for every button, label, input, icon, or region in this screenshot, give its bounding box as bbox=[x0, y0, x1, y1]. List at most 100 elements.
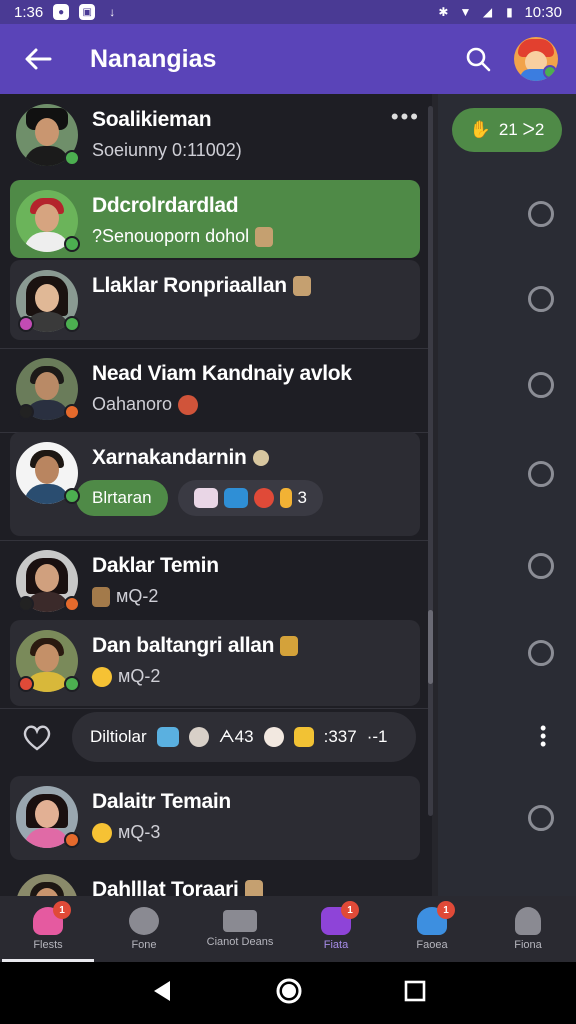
home-circle-icon[interactable] bbox=[275, 977, 303, 1010]
lightbulb-emoji-icon bbox=[252, 450, 269, 466]
summary-code-3: ·-1 bbox=[366, 727, 388, 746]
unread-count-pill[interactable]: ✋ 21 ᐳ2 bbox=[452, 108, 562, 152]
chat-preview: ᴍQ-2 bbox=[118, 666, 161, 686]
scrollbar-track[interactable] bbox=[428, 106, 433, 816]
tab-badge: 1 bbox=[53, 901, 71, 919]
bottom-nav: 1 Flests Fone Cianot Deans 1 Fiata 1 Fao… bbox=[0, 896, 576, 962]
chat-bubble-icon bbox=[223, 910, 257, 932]
chat-name: Dahlllat Toraari bbox=[92, 878, 239, 896]
online-badge bbox=[64, 236, 80, 252]
person-emoji-icon bbox=[244, 880, 263, 896]
online-badge bbox=[64, 676, 80, 692]
status-badge bbox=[64, 404, 80, 420]
more-vert-icon[interactable]: • • • bbox=[540, 719, 546, 753]
online-badge bbox=[64, 150, 80, 166]
chat-row[interactable]: Soalikieman Soeiunny 0:11002) ••• bbox=[0, 94, 432, 180]
tab-badge: 1 bbox=[437, 901, 455, 919]
search-icon[interactable] bbox=[458, 39, 498, 79]
online-badge bbox=[64, 488, 80, 504]
circle-record-icon: ● bbox=[53, 4, 70, 20]
smile-emoji-icon bbox=[92, 666, 112, 687]
select-radio[interactable] bbox=[528, 805, 554, 831]
download-icon: ↓ bbox=[109, 5, 116, 19]
select-radio[interactable] bbox=[528, 286, 554, 312]
star-emoji-icon bbox=[293, 727, 314, 747]
profile-avatar[interactable] bbox=[514, 37, 558, 81]
person-emoji-icon bbox=[280, 636, 299, 656]
tab-cianot-deans[interactable]: Cianot Deans bbox=[192, 896, 288, 962]
status-time-left: 1:36 bbox=[14, 3, 44, 21]
avatar bbox=[16, 104, 80, 166]
hand-emoji-icon bbox=[279, 488, 292, 508]
tab-flests[interactable]: 1 Flests bbox=[0, 896, 96, 962]
reaction-badge bbox=[18, 596, 34, 612]
chat-preview: Oahanoro bbox=[92, 394, 173, 414]
chat-name: Soalikieman bbox=[92, 108, 212, 131]
signal-icon: ◢ bbox=[482, 5, 493, 19]
face-emoji-icon bbox=[178, 394, 199, 415]
bluetooth-icon: ✱ bbox=[438, 5, 449, 19]
tab-label: Fone bbox=[131, 939, 157, 951]
side-panel bbox=[438, 94, 576, 896]
avatar bbox=[16, 874, 78, 896]
angry-emoji-icon bbox=[253, 488, 274, 508]
app-box-icon: ▣ bbox=[79, 4, 96, 20]
tag-pill[interactable]: Blrtaran bbox=[76, 480, 168, 516]
tab-fiata[interactable]: 1 Fiata bbox=[288, 896, 384, 962]
reaction-count: 3 bbox=[297, 488, 307, 507]
battery-icon: ▮ bbox=[506, 5, 513, 19]
tab-label: Fiona bbox=[514, 939, 542, 951]
summary-pill[interactable]: Diltiolar ᗅ43 :337 ·-1 bbox=[72, 712, 416, 762]
chat-row[interactable]: Llaklar Ronpriaallan bbox=[0, 260, 432, 344]
select-radio[interactable] bbox=[528, 201, 554, 227]
chat-preview: ?Senouoporn dohol bbox=[92, 226, 250, 246]
select-radio[interactable] bbox=[528, 372, 554, 398]
hand-icon: ✋ bbox=[469, 120, 491, 139]
avatar bbox=[16, 550, 80, 612]
select-radio[interactable] bbox=[528, 640, 554, 666]
chat-name: Xarnakandarnin bbox=[92, 446, 247, 469]
reaction-badge bbox=[18, 404, 34, 420]
chat-row[interactable]: Daklar Temin ᴍQ-2 bbox=[0, 540, 432, 624]
more-options-icon[interactable]: ••• bbox=[391, 104, 420, 130]
tab-faoea[interactable]: 1 Faoea bbox=[384, 896, 480, 962]
object-emoji-icon bbox=[92, 586, 110, 607]
chat-row[interactable]: Nead Viam Kandnaiy avlok Oahanoro bbox=[0, 348, 432, 432]
person-icon: 1 bbox=[417, 901, 455, 935]
select-radio[interactable] bbox=[528, 461, 554, 487]
message-icon: 1 bbox=[321, 901, 359, 935]
chat-row[interactable]: Dahlllat Toraari bbox=[0, 864, 432, 896]
select-radio[interactable] bbox=[528, 553, 554, 579]
avatar bbox=[16, 190, 80, 252]
tab-fone[interactable]: Fone bbox=[96, 896, 192, 962]
heart-icon[interactable] bbox=[20, 720, 54, 754]
headset-icon bbox=[129, 907, 159, 935]
smile-emoji-icon bbox=[92, 822, 112, 843]
chat-name: Daklar Temin bbox=[92, 554, 219, 577]
chat-row[interactable]: Dan baltangri allan ᴍQ-2 bbox=[0, 620, 432, 708]
back-arrow-icon[interactable] bbox=[18, 39, 58, 79]
chat-list: Soalikieman Soeiunny 0:11002) ••• Ddcrol… bbox=[0, 94, 432, 896]
chat-name: Nead Viam Kandnaiy avlok bbox=[92, 362, 352, 385]
system-nav-bar bbox=[0, 962, 576, 1024]
tab-label: Cianot Deans bbox=[206, 936, 274, 948]
chat-row[interactable]: Xarnakandarnin Blrtaran 3 bbox=[0, 432, 432, 540]
chat-row[interactable]: Dalaitr Temain ᴍQ-3 bbox=[0, 776, 432, 864]
avatar bbox=[16, 786, 80, 848]
flower-emoji-icon bbox=[193, 488, 218, 508]
reactions-pill[interactable]: 3 bbox=[177, 480, 323, 516]
face-emoji-icon bbox=[188, 727, 209, 747]
page-title: Nanangias bbox=[90, 44, 217, 73]
box-emoji-icon bbox=[223, 488, 248, 508]
tab-badge: 1 bbox=[341, 901, 359, 919]
hands-emoji-icon bbox=[292, 276, 311, 296]
face-emoji-icon bbox=[263, 727, 284, 747]
emoji-chip-icon bbox=[156, 727, 179, 747]
chat-row[interactable]: Ddcrolrdardlad ?Senouoporn dohol bbox=[0, 180, 432, 260]
tab-fiona[interactable]: Fiona bbox=[480, 896, 576, 962]
tab-label: Faoea bbox=[416, 939, 448, 951]
scrollbar-thumb[interactable] bbox=[428, 610, 433, 684]
back-triangle-icon[interactable] bbox=[150, 979, 174, 1008]
chat-name: Ddcrolrdardlad bbox=[92, 194, 239, 217]
recents-square-icon[interactable] bbox=[404, 980, 426, 1007]
